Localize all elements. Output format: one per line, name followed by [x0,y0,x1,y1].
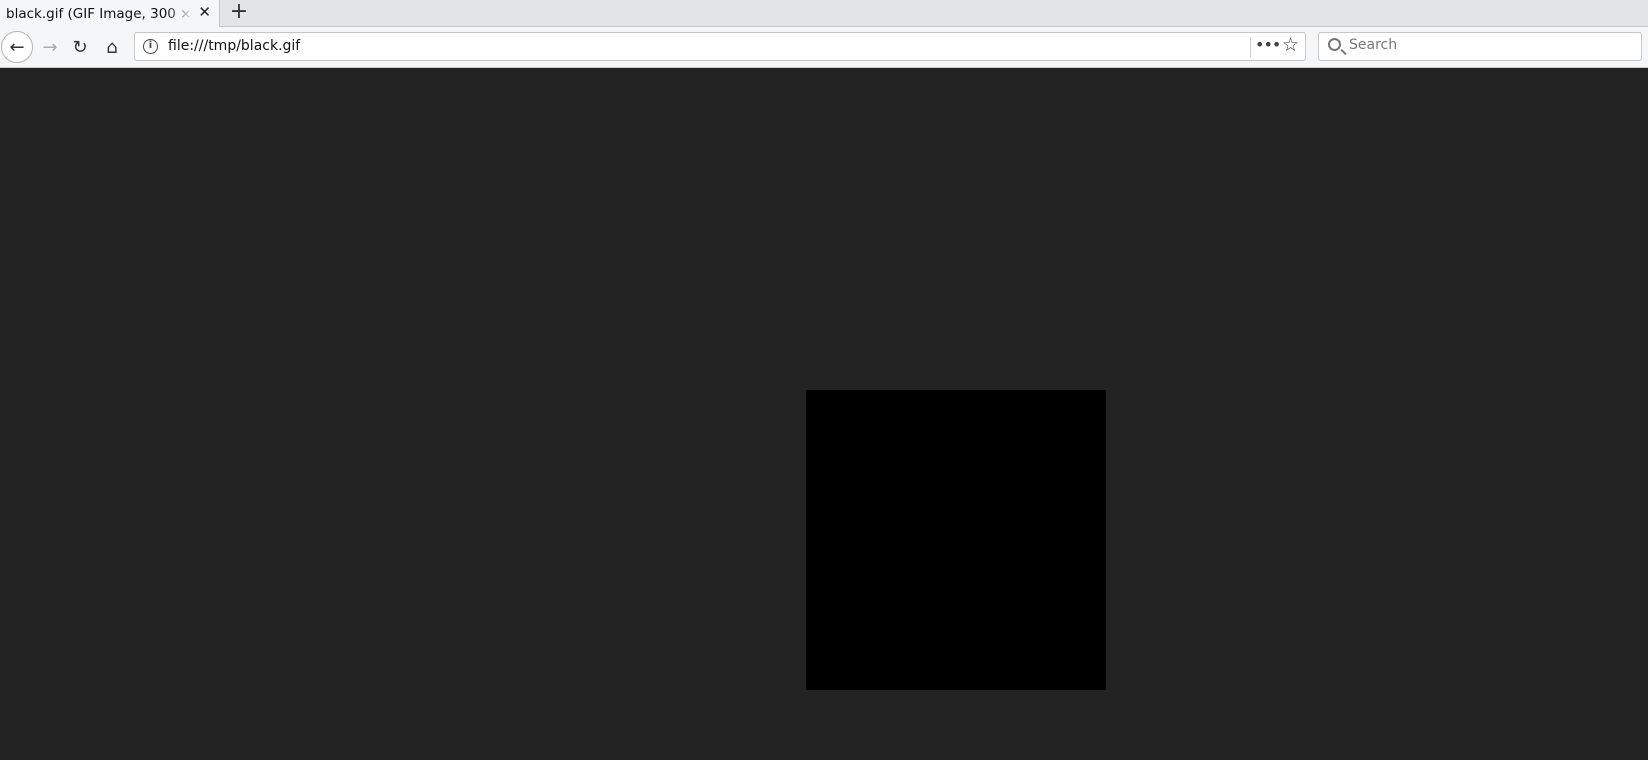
divider [1250,37,1251,57]
tab-title: black.gif (GIF Image, 300 × 300 pixels) [6,5,194,22]
url-text[interactable]: file:///tmp/black.gif [168,38,300,54]
bookmark-star-icon[interactable]: ☆ [1282,34,1299,56]
search-icon [1328,38,1341,51]
reload-button[interactable]: ↻ [66,33,94,61]
close-icon[interactable]: ✕ [198,3,211,21]
home-button[interactable]: ⌂ [98,33,126,61]
new-tab-button[interactable]: + [226,0,252,27]
forward-button[interactable]: → [36,33,64,61]
url-bar[interactable]: i file:///tmp/black.gif ••• ☆ [134,32,1306,61]
info-icon[interactable]: i [143,39,158,54]
more-actions-icon[interactable]: ••• [1255,35,1281,54]
search-box[interactable] [1318,32,1642,61]
navigation-toolbar: ← → ↻ ⌂ i file:///tmp/black.gif ••• ☆ [0,27,1648,68]
tab-strip: black.gif (GIF Image, 300 × 300 pixels) … [0,0,1648,27]
tab-black-gif[interactable]: black.gif (GIF Image, 300 × 300 pixels) … [0,0,220,27]
black-gif-image [806,390,1106,690]
back-button[interactable]: ← [1,31,33,63]
search-input[interactable] [1349,37,1629,53]
image-viewer [0,68,1648,760]
